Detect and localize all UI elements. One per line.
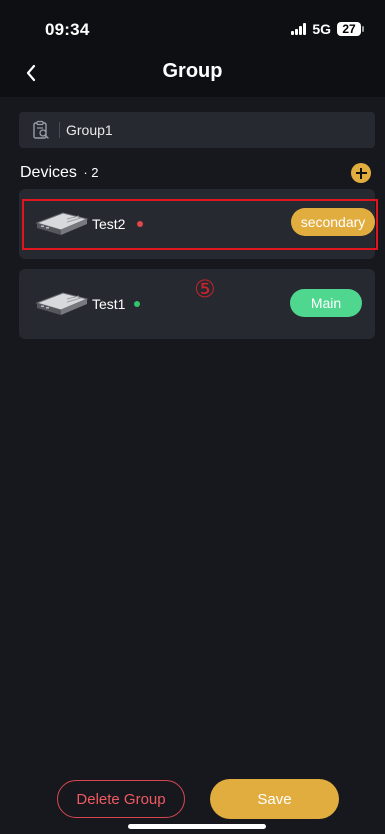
status-bar: 09:34 5G 27 [0,0,385,52]
home-indicator [128,824,266,829]
router-device-icon [35,292,89,315]
clipboard-search-icon [33,120,49,139]
device-name: Test2 [92,216,126,232]
add-device-icon[interactable] [351,163,371,183]
save-button[interactable]: Save [210,779,339,819]
router-device-icon [35,212,89,235]
page-title: Group [162,60,223,82]
device-name: Test1 [92,296,126,312]
offline-status-dot [137,221,143,227]
online-status-dot [134,301,140,307]
devices-heading: Devices · 2 [20,164,99,182]
delete-group-button[interactable]: Delete Group [57,780,185,818]
battery-icon: 27 [337,22,364,36]
status-time: 09:34 [45,20,90,39]
role-badge-secondary[interactable]: secondary [291,208,375,236]
main-content: Group1 Devices · 2 Test2 secondary ⑤ Tes… [0,97,385,834]
device-card[interactable]: Test2 secondary [19,189,375,259]
nav-bar: Group [0,52,385,97]
devices-count: · 2 [83,165,99,180]
network-label: 5G [312,21,331,37]
group-name-input[interactable]: Group1 [66,122,356,138]
role-badge-main[interactable]: Main [290,289,362,317]
devices-label: Devices [20,164,77,181]
device-card[interactable]: ⑤ Test1 Main [19,269,375,339]
battery-level: 27 [342,22,356,36]
field-divider [59,122,60,138]
status-indicators: 5G 27 [291,21,364,37]
signal-icon [291,23,307,35]
annotation-number: ⑤ [194,276,216,303]
group-name-field[interactable]: Group1 [19,112,375,148]
